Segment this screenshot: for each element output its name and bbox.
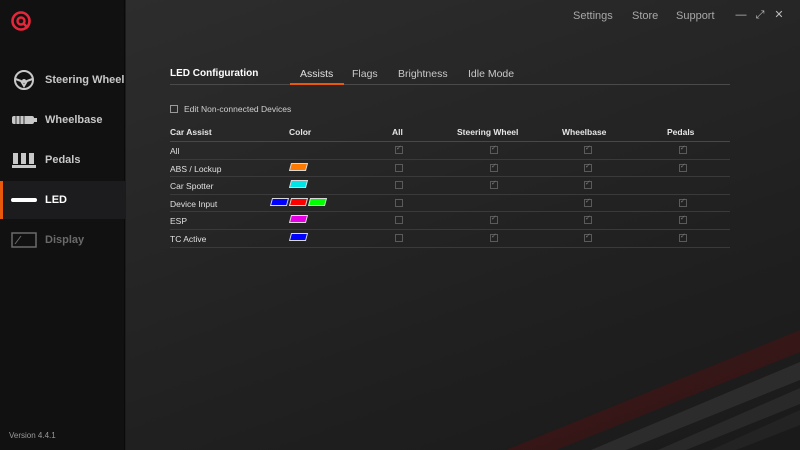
color-swatch[interactable] (307, 197, 327, 206)
sidebar-item-pedals[interactable]: Pedals (0, 141, 125, 179)
store-link[interactable]: Store (632, 10, 658, 24)
sidebar: Steering Wheel Wheelbase Pedals LED Disp… (0, 0, 125, 450)
steering-wheel-checkbox[interactable] (490, 214, 498, 225)
sidebar-item-steering-wheel[interactable]: Steering Wheel (0, 61, 125, 99)
wheelbase-checkbox[interactable] (584, 179, 592, 190)
steering-wheel-checkbox[interactable] (490, 162, 498, 172)
table-row: ESP (170, 212, 730, 230)
all-checkbox[interactable] (395, 216, 403, 225)
car-assist-name: TC Active (170, 234, 207, 244)
table-row: Device Input (170, 195, 730, 213)
edit-non-connected-toggle[interactable]: Edit Non-connected Devices (170, 104, 291, 114)
steering-wheel-checkbox[interactable] (490, 232, 498, 242)
column-header-wheelbase: Wheelbase (562, 127, 607, 137)
table-row: TC Active (170, 230, 730, 248)
close-icon[interactable]: ✕ (772, 8, 786, 22)
tab-flags[interactable]: Flags (352, 68, 378, 85)
color-swatch[interactable] (288, 162, 308, 171)
maximize-icon[interactable]: ⤢ (753, 8, 767, 22)
table-row: Car Spotter (170, 177, 730, 195)
sidebar-item-wheelbase[interactable]: Wheelbase (0, 101, 125, 139)
all-checkbox[interactable] (395, 163, 403, 172)
pedals-checkbox[interactable] (679, 144, 687, 154)
sidebar-item-label: LED (45, 194, 67, 206)
column-header-car-assist: Car Assist (170, 127, 212, 137)
sidebar-item-label: Steering Wheel (45, 74, 125, 86)
wheelbase-checkbox[interactable] (584, 144, 592, 154)
brand-logo-icon[interactable] (10, 10, 32, 32)
column-header-all: All (392, 127, 403, 137)
column-header-steering-wheel: Steering Wheel (457, 127, 519, 137)
steering-wheel-checkbox[interactable] (490, 179, 498, 190)
tab-idle-mode[interactable]: Idle Mode (468, 68, 514, 85)
car-assist-name: Device Input (170, 198, 218, 209)
wheelbase-checkbox[interactable] (584, 232, 592, 242)
tab-brightness[interactable]: Brightness (398, 68, 448, 85)
main-panel: Settings Store Support — ⤢ ✕ LED Configu… (126, 0, 800, 450)
color-swatch[interactable] (288, 233, 308, 241)
pedals-checkbox[interactable] (679, 214, 687, 225)
table-row: All (170, 142, 730, 160)
all-checkbox[interactable] (395, 144, 403, 154)
edit-non-connected-label: Edit Non-connected Devices (184, 104, 292, 114)
wheelbase-checkbox[interactable] (584, 197, 592, 207)
active-tab-indicator (290, 83, 344, 85)
steering-wheel-checkbox[interactable] (490, 144, 498, 154)
led-icon (9, 189, 39, 211)
pedals-icon (9, 149, 39, 171)
pedals-checkbox[interactable] (679, 232, 687, 242)
table-row: ABS / Lockup (170, 160, 730, 178)
car-assist-name: ABS / Lockup (170, 163, 222, 174)
wheelbase-checkbox[interactable] (584, 214, 592, 225)
sidebar-item-label: Display (45, 234, 85, 246)
wheelbase-checkbox[interactable] (584, 162, 592, 172)
pedals-checkbox[interactable] (679, 162, 687, 172)
all-checkbox[interactable] (395, 198, 403, 207)
display-icon (9, 229, 39, 251)
sidebar-item-led[interactable]: LED (0, 181, 125, 219)
edit-non-connected-checkbox[interactable] (170, 105, 178, 113)
color-swatch[interactable] (288, 215, 308, 224)
page-title: LED Configuration (170, 68, 259, 79)
app-version: Version 4.4.1 (9, 431, 56, 440)
all-checkbox[interactable] (395, 234, 403, 242)
all-checkbox[interactable] (395, 181, 403, 190)
column-header-color: Color (289, 127, 312, 137)
car-assist-name: ESP (170, 216, 188, 227)
column-header-pedals: Pedals (667, 127, 695, 137)
steering-wheel-icon (9, 69, 39, 91)
wheelbase-icon (9, 109, 39, 131)
tabs-divider (170, 84, 730, 85)
sidebar-item-display[interactable]: Display (0, 221, 125, 259)
color-swatch[interactable] (288, 197, 308, 206)
car-assist-name: Car Spotter (170, 181, 214, 192)
pedals-checkbox[interactable] (679, 197, 687, 207)
car-assist-name: All (170, 146, 180, 156)
settings-link[interactable]: Settings (573, 10, 613, 24)
support-link[interactable]: Support (676, 10, 715, 24)
minimize-icon[interactable]: — (734, 8, 748, 22)
color-swatch[interactable] (269, 197, 289, 206)
sidebar-item-label: Wheelbase (45, 114, 103, 126)
sidebar-item-label: Pedals (45, 154, 81, 166)
color-swatch[interactable] (288, 180, 308, 189)
